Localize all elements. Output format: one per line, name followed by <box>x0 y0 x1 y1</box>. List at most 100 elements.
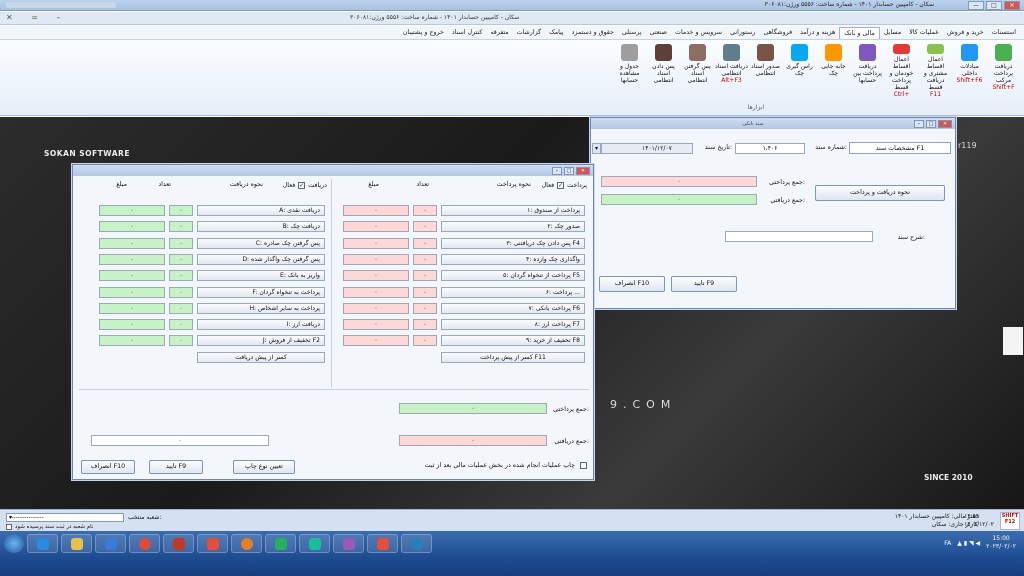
menu-item[interactable]: مالی و بانک <box>839 26 880 39</box>
maximize-icon[interactable]: □ <box>564 166 574 175</box>
method-button[interactable]: F: پرداخت به تنخواه گردان <box>197 286 325 298</box>
amount-field: ۰ <box>343 237 409 249</box>
ribbon-button[interactable]: صدور اسناد انتظامی <box>749 42 782 98</box>
menu-item[interactable]: استسنات <box>988 27 1020 39</box>
media-icon[interactable] <box>95 534 126 553</box>
date-picker-icon[interactable]: ▾ <box>592 143 601 154</box>
menu-item[interactable]: خروج و پشتیبان <box>399 27 448 39</box>
amount-field: ۰ <box>99 205 165 216</box>
acrobat-icon[interactable] <box>197 534 228 553</box>
print-type-button[interactable]: تعیین نوع چاپ <box>233 460 295 474</box>
minimize-icon[interactable]: – <box>914 119 924 128</box>
ribbon-icon <box>961 44 978 61</box>
method-button[interactable]: ۱: پرداخت از صندوق <box>441 205 585 216</box>
ribbon-button[interactable]: جابه جایی چک <box>817 42 850 98</box>
ribbon-button[interactable]: دریافت پرداخت مرکب Shift+F <box>987 42 1020 98</box>
tab-doc-details[interactable]: مشخصات سند F1 <box>849 142 951 154</box>
tray-icons[interactable]: ▲ ▮ ◥ ◀ <box>957 540 980 547</box>
doc-date-field[interactable]: ۱۴۰۱/۱۲/۰۷ <box>601 143 693 154</box>
ribbon-button[interactable]: جدول و مشاهده حسابها <box>613 42 646 98</box>
maximize-icon[interactable]: □ <box>926 119 936 128</box>
method-button[interactable]: ۹: تخفیف از خرید F8 <box>441 335 585 347</box>
method-button[interactable]: A: دریافت نقدی <box>197 205 325 216</box>
method-button[interactable]: H: پرداخت به سایر اشخاص <box>197 302 325 314</box>
method-button[interactable]: D: پس گرفتن چک واگذار شده <box>197 253 325 265</box>
vpn-icon[interactable] <box>401 534 432 553</box>
method-button[interactable]: E: واریز به بانک <box>197 270 325 282</box>
method-button[interactable]: ۸: پرداخت ارز F7 <box>441 319 585 331</box>
menu-item[interactable]: هزینه و درآمد <box>796 27 839 39</box>
ribbon-button[interactable]: مبادلات داخلی Shift+F6 <box>953 42 986 98</box>
cancel-button[interactable]: انصراف F10 <box>81 460 135 474</box>
anydesk-icon[interactable] <box>367 534 398 553</box>
menu-item[interactable]: عملیات کالا <box>905 27 943 39</box>
sokan-icon[interactable] <box>299 534 330 553</box>
close-button[interactable]: ✕ <box>1004 1 1020 10</box>
shift-f12-button[interactable]: SHIFT F12 <box>1000 512 1020 530</box>
minimize-button[interactable]: — <box>968 1 984 10</box>
ribbon-button[interactable]: دریافت اسناد انتظامی Alt+F3 <box>715 42 748 98</box>
recv-active-checkbox[interactable]: ✓ <box>298 182 306 189</box>
method-button[interactable]: ۵: پرداخت از تنخواه گردان F5 <box>441 270 585 282</box>
menu-item[interactable]: مسایل <box>880 27 905 39</box>
ribbon-button[interactable]: پس گرفتن اسناد انتظامی <box>681 42 714 98</box>
method-button[interactable]: ۷: پرداخت بانکی F6 <box>441 302 585 314</box>
folder-icon[interactable] <box>61 534 92 553</box>
ribbon-button-label: مبادلات داخلی <box>960 63 979 77</box>
language-indicator[interactable]: FA <box>944 540 951 547</box>
ribbon-button[interactable]: اعمال اقساط مشتری و دریافت قسط F11 <box>919 42 952 98</box>
cancel-button[interactable]: انصراف F10 <box>599 276 665 292</box>
ok-button[interactable]: تایید F9 <box>149 460 203 474</box>
menu-item[interactable]: خرید و فروش <box>943 27 988 39</box>
method-button[interactable]: ۲: صدور چک <box>441 221 585 233</box>
amount-field: ۰ <box>343 286 409 298</box>
print-checkbox[interactable] <box>580 462 587 469</box>
menu-item[interactable]: صنعتی <box>646 27 671 39</box>
menu-item[interactable]: گزارشات <box>513 27 545 39</box>
menu-item[interactable]: پرسنلی <box>618 27 646 39</box>
app-icon[interactable] <box>163 534 194 553</box>
menu-item[interactable]: حقوق و دستمزد <box>568 27 618 39</box>
clock[interactable]: 15:00 ۲۰۲۳/۰۲/۰۲ <box>986 535 1016 551</box>
method-button[interactable]: B: دریافت چک <box>197 221 325 233</box>
ribbon-button[interactable]: راس گیری چک <box>783 42 816 98</box>
method-button[interactable]: I: دریافت ارز <box>197 319 325 331</box>
count-field: ۰ <box>413 335 437 347</box>
extra-method-button[interactable]: کسر از پیش دریافت <box>197 351 325 363</box>
menu-item[interactable]: پیامک <box>545 27 568 39</box>
method-button[interactable]: ۳: پس دادن چک دریافتنی F4 <box>441 237 585 249</box>
start-button[interactable] <box>4 534 24 553</box>
chrome-icon[interactable] <box>129 534 160 553</box>
method-button[interactable]: نحوه دریافت و پرداخت <box>815 185 945 201</box>
window-titlebar: سکان - کامپیین حسابدار ۱۴۰۱ - شماره ساخت… <box>0 0 1024 11</box>
menu-item[interactable]: متفرقه <box>486 27 512 39</box>
firefox-icon[interactable] <box>231 534 262 553</box>
paint-icon[interactable] <box>333 534 364 553</box>
menu-item[interactable]: کنترل اسناد <box>448 27 487 39</box>
maximize-button[interactable]: □ <box>986 1 1002 10</box>
ribbon-button[interactable]: دریافت پرداخت بین حسابها <box>851 42 884 98</box>
extra-method-button[interactable]: کسر از پیش پرداخت F11 <box>441 351 585 363</box>
desc-field[interactable] <box>725 231 873 242</box>
ribbon-button[interactable]: اعمال اقساط خودمان و پرداخت قسط Ctrl+ <box>885 42 918 98</box>
method-button[interactable]: ۶: پرداخت ... <box>441 286 585 298</box>
pay-active-checkbox[interactable]: ✓ <box>557 182 565 189</box>
minimize-icon[interactable]: – <box>552 166 562 175</box>
branch-select[interactable]: ---------------- <box>6 513 124 522</box>
method-button[interactable]: ۴: واگذاری چک وارده <box>441 253 585 265</box>
ie-icon[interactable] <box>27 534 58 553</box>
mdi-controls[interactable]: ✕ = – <box>6 13 69 22</box>
close-icon[interactable]: ✕ <box>938 119 952 128</box>
menu-item[interactable]: سرویس و خدمات <box>671 27 726 39</box>
ok-button[interactable]: تایید F9 <box>671 276 737 292</box>
branch-checkbox[interactable] <box>6 524 12 530</box>
count-field: ۰ <box>169 302 193 314</box>
menu-item[interactable]: فروشگاهی <box>759 27 796 39</box>
ribbon-button[interactable]: پس دادن اسناد انتظامی <box>647 42 680 98</box>
doc-number-field[interactable]: ۱،۴۰۶ <box>735 143 805 154</box>
menu-item[interactable]: رستورانی <box>726 27 759 39</box>
method-button[interactable]: C: پس گرفتن چک صادره <box>197 237 325 249</box>
method-button[interactable]: J: تخفیف از فروش F2 <box>197 335 325 347</box>
excel-icon[interactable] <box>265 534 296 553</box>
close-icon[interactable]: ✕ <box>576 166 590 175</box>
